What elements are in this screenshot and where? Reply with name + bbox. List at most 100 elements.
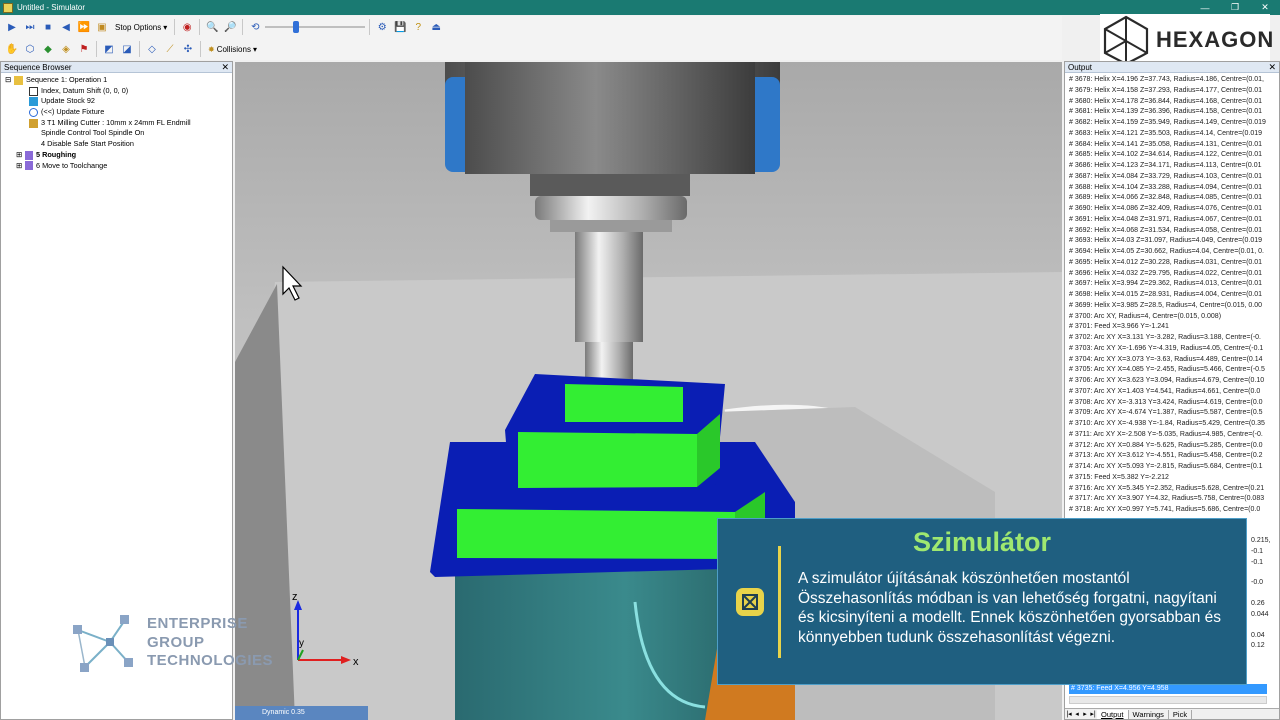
tree-item-label: 4 Disable Safe Start Position xyxy=(41,139,134,149)
toolbar-separator xyxy=(369,19,371,35)
minimize-button[interactable]: — xyxy=(1190,3,1220,13)
last-tab-icon[interactable]: ▸| xyxy=(1089,710,1097,718)
fixture-icon[interactable]: ◈ xyxy=(58,41,74,57)
sequence-tree: ⊟ Sequence 1: Operation 1 Index, Datum Sh… xyxy=(1,73,232,171)
next-tab-icon[interactable]: ▸ xyxy=(1081,710,1089,718)
speed-slider[interactable] xyxy=(265,19,366,35)
callout-title: Szimulátor xyxy=(912,527,1052,557)
log-line: # 3709: Arc XY X=-4.674 Y=1.387, Radius=… xyxy=(1069,409,1263,417)
maximize-button[interactable]: ❐ xyxy=(1220,2,1250,13)
cutter-icon[interactable]: ⟋ xyxy=(162,41,178,57)
tree-item[interactable]: (<<) Update Fixture xyxy=(5,107,232,118)
render-status: Dynamic 0.35 xyxy=(235,706,368,720)
selected-log-line[interactable]: # 3735: Feed X=4.956 Y=4.958 xyxy=(1069,684,1267,694)
tree-item[interactable]: 3 T1 Milling Cutter : 10mm x 24mm FL End… xyxy=(5,118,232,129)
toolbar-separator xyxy=(139,41,140,57)
zoom-in-icon[interactable]: 🔍 xyxy=(204,19,220,35)
log-fragment: -0.1 xyxy=(1251,558,1264,566)
watermark-line-3: TECHNOLOGIES xyxy=(147,652,274,669)
settings-icon[interactable]: ⚙ xyxy=(374,19,390,35)
window-title: Untitled - Simulator xyxy=(17,3,86,12)
model-icon[interactable]: ◆ xyxy=(40,41,56,57)
measure-icon[interactable]: ◇ xyxy=(144,41,160,57)
tab-pick[interactable]: Pick xyxy=(1169,709,1193,719)
machine-icon[interactable]: ✋ xyxy=(4,41,20,57)
help-icon[interactable]: ? xyxy=(410,19,426,35)
tree-item[interactable]: Spindle Control Tool Spindle On xyxy=(5,128,232,139)
close-icon[interactable]: ✕ xyxy=(1268,62,1276,73)
stop-icon[interactable]: ■ xyxy=(40,19,56,35)
tree-item[interactable]: ⊟ Sequence 1: Operation 1 xyxy=(5,75,232,86)
tab-output[interactable]: Output xyxy=(1097,709,1129,719)
output-tabs: |◂ ◂ ▸ ▸| Output Warnings Pick xyxy=(1065,708,1279,719)
log-line: # 3715: Feed X=5.382 Y=-2.212 xyxy=(1069,473,1169,481)
section-view-icon[interactable]: ◩ xyxy=(101,41,117,57)
first-tab-icon[interactable]: |◂ xyxy=(1065,710,1073,718)
axis-z-label: z xyxy=(292,591,298,603)
log-line: # 3701: Feed X=3.966 Y=-1.241 xyxy=(1069,323,1169,331)
log-fragment: 0.12 xyxy=(1251,642,1265,650)
horizontal-scrollbar[interactable] xyxy=(1069,696,1267,704)
spindle-ring-grey xyxy=(465,62,755,174)
part-base-green-front xyxy=(457,509,735,559)
zoom-out-icon[interactable]: 🔎 xyxy=(222,19,238,35)
log-line: # 3680: Helix X=4.178 Z=36.844, Radius=4… xyxy=(1069,97,1263,105)
step-forward-icon[interactable]: ⏭ xyxy=(22,19,38,35)
sequence-browser-title: Sequence Browser xyxy=(4,63,72,72)
compare-icon[interactable]: ◪ xyxy=(119,41,135,57)
eject-icon[interactable]: ⏏ xyxy=(428,19,444,35)
toolpath-icon[interactable]: ⚑ xyxy=(76,41,92,57)
tab-warnings[interactable]: Warnings xyxy=(1129,709,1169,719)
log-line: # 3712: Arc XY X=0.884 Y=-5.625, Radius=… xyxy=(1069,441,1263,449)
log-line: # 3688: Helix X=4.104 Z=33.288, Radius=4… xyxy=(1069,183,1263,191)
save-icon[interactable]: 💾 xyxy=(392,19,408,35)
collapse-icon[interactable]: ⊟ xyxy=(5,75,14,86)
log-line: # 3689: Helix X=4.066 Z=32.848, Radius=4… xyxy=(1069,194,1263,202)
speed-icon[interactable]: ⟲ xyxy=(247,19,263,35)
datum-icon xyxy=(29,86,38,96)
tree-item-label: 6 Move to Toolchange xyxy=(36,160,108,170)
hexagon-logo-icon xyxy=(1103,15,1149,65)
log-line: # 3706: Arc XY X=3.623 Y=3.094, Radius=4… xyxy=(1069,377,1265,384)
log-line: # 3698: Helix X=4.015 Z=28.931, Radius=4… xyxy=(1069,291,1263,298)
log-line: # 3691: Helix X=4.048 Z=31.971, Radius=4… xyxy=(1069,215,1263,223)
axes-icon[interactable]: ✣ xyxy=(180,41,196,57)
stock-icon[interactable]: ⬡ xyxy=(22,41,38,57)
log-fragment: -0.1 xyxy=(1251,547,1264,555)
log-line: # 3702: Arc XY X=3.131 Y=-3.282, Radius=… xyxy=(1069,334,1261,341)
close-icon[interactable]: ✕ xyxy=(221,62,229,73)
fast-forward-icon[interactable]: ⏩ xyxy=(76,19,92,35)
play-icon[interactable]: ▶ xyxy=(4,19,20,35)
tree-item[interactable]: 4 Disable Safe Start Position xyxy=(5,139,232,150)
log-line: # 3713: Arc XY X=3.612 Y=-4.551, Radius=… xyxy=(1069,452,1263,460)
part-pocket-green xyxy=(565,384,683,422)
log-line: # 3696: Helix X=4.032 Z=29.795, Radius=4… xyxy=(1069,269,1263,277)
record-icon[interactable]: ◉ xyxy=(179,19,195,35)
log-line: # 3695: Helix X=4.012 Z=30.228, Radius=4… xyxy=(1069,258,1263,266)
callout-divider xyxy=(778,546,781,658)
output-title: Output xyxy=(1068,63,1093,72)
expand-icon[interactable]: ⊞ xyxy=(16,161,25,172)
tree-item[interactable]: Update Stock 92 xyxy=(5,96,232,107)
slider-thumb[interactable] xyxy=(293,21,300,33)
tree-item[interactable]: ⊞ 5 Roughing xyxy=(5,150,232,161)
prev-tab-icon[interactable]: ◂ xyxy=(1073,710,1081,718)
log-line: # 3717: Arc XY X=3.907 Y=4.32, Radius=5.… xyxy=(1069,495,1265,503)
close-button[interactable]: ✕ xyxy=(1250,2,1280,13)
tree-item-label: Index, Datum Shift (0, 0, 0) xyxy=(41,85,129,95)
stop-options-dropdown[interactable]: Stop Options ▾ xyxy=(112,23,170,32)
collisions-dropdown[interactable]: ✸ Collisions ▾ xyxy=(205,45,260,54)
tool-holder-collar xyxy=(535,196,687,220)
chevron-down-icon: ▾ xyxy=(252,44,257,54)
stop-options-icon[interactable]: ▣ xyxy=(94,19,110,35)
log-line: # 3690: Helix X=4.086 Z=32.409, Radius=4… xyxy=(1069,205,1263,212)
watermark-line-2: GROUP xyxy=(147,633,205,651)
log-line: # 3685: Helix X=4.102 Z=34.614, Radius=4… xyxy=(1069,151,1263,159)
axis-x-label: x xyxy=(353,656,359,668)
tree-item[interactable]: Index, Datum Shift (0, 0, 0) xyxy=(5,86,232,97)
tree-item-label: Spindle Control Tool Spindle On xyxy=(41,128,145,138)
log-line: # 3716: Arc XY X=5.345 Y=2.352, Radius=5… xyxy=(1069,484,1265,492)
rewind-icon[interactable]: ◀ xyxy=(58,19,74,35)
tree-item[interactable]: ⊞ 6 Move to Toolchange xyxy=(5,161,232,172)
expand-icon[interactable]: ⊞ xyxy=(16,150,25,161)
